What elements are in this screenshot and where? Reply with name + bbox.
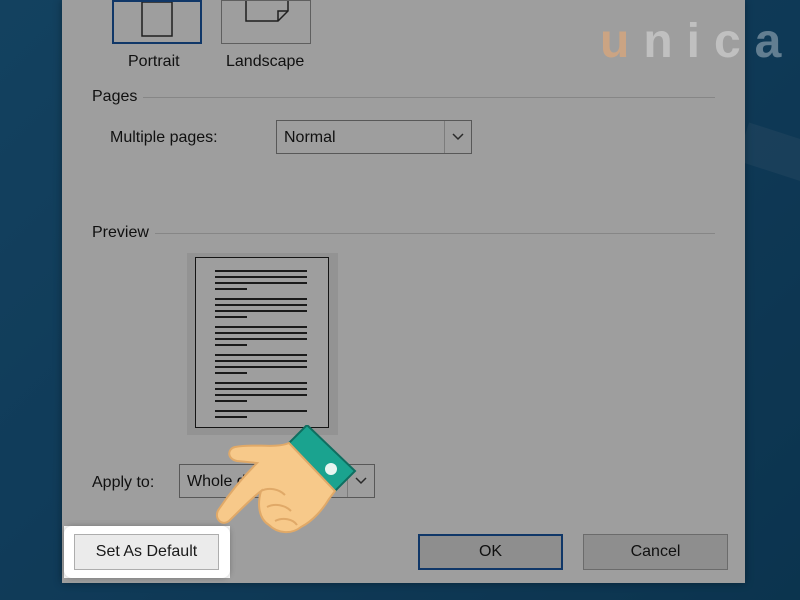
page-setup-dialog: Portrait Landscape Pages Multiple pages:… bbox=[62, 0, 745, 583]
landscape-label: Landscape bbox=[226, 53, 305, 70]
landscape-page-icon bbox=[245, 1, 289, 22]
portrait-orientation-button[interactable] bbox=[112, 0, 202, 44]
unica-watermark-logo: unica bbox=[600, 14, 795, 69]
cancel-button[interactable]: Cancel bbox=[583, 534, 728, 570]
multiple-pages-label: Multiple pages: bbox=[110, 129, 218, 146]
preview-page-thumbnail bbox=[195, 257, 329, 428]
desktop-background bbox=[736, 122, 800, 198]
multiple-pages-value: Normal bbox=[284, 129, 336, 146]
portrait-label: Portrait bbox=[128, 53, 180, 70]
pages-group-title: Pages bbox=[92, 88, 144, 106]
watermark-rest: nica bbox=[643, 15, 796, 68]
portrait-page-icon bbox=[141, 1, 173, 37]
watermark-first-letter: u bbox=[600, 15, 644, 68]
chevron-down-icon[interactable] bbox=[444, 121, 471, 153]
landscape-orientation-button[interactable] bbox=[221, 0, 311, 44]
preview-divider bbox=[92, 233, 715, 234]
multiple-pages-dropdown[interactable]: Normal bbox=[276, 120, 472, 154]
pages-divider bbox=[92, 97, 715, 98]
ok-button[interactable]: OK bbox=[418, 534, 563, 570]
page-preview bbox=[187, 253, 338, 435]
preview-group-title: Preview bbox=[92, 224, 155, 242]
set-as-default-button[interactable]: Set As Default bbox=[74, 534, 219, 570]
pointing-hand-icon bbox=[215, 425, 357, 533]
apply-to-label: Apply to: bbox=[92, 474, 155, 491]
